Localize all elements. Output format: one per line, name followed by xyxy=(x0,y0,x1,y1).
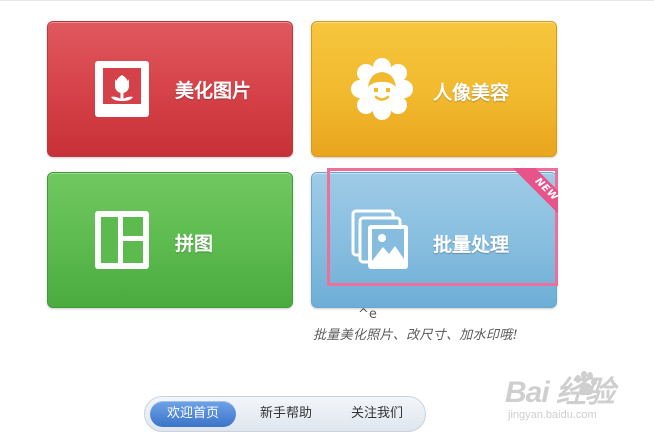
nav-beginner-help[interactable]: 新手帮助 xyxy=(243,401,329,427)
collage-tile[interactable]: 拼图 xyxy=(47,172,293,308)
portrait-beauty-tile[interactable]: 人像美容 xyxy=(311,21,557,157)
collage-layout-icon xyxy=(95,211,149,269)
paw-icon xyxy=(575,371,597,396)
portrait-beauty-label: 人像美容 xyxy=(433,82,510,104)
handwritten-caret: ^e xyxy=(358,307,377,322)
beautify-photo-label: 美化图片 xyxy=(175,80,252,102)
handwritten-note: 批量美化照片、改尺寸、加水印哦! xyxy=(313,328,519,343)
new-badge-label: NEW xyxy=(512,168,558,222)
flower-photo-icon xyxy=(95,61,149,117)
top-divider xyxy=(0,0,654,1)
nav-follow-us[interactable]: 关注我们 xyxy=(334,401,420,427)
beautify-photo-tile[interactable]: 美化图片 xyxy=(47,21,293,157)
smiling-face-icon xyxy=(351,58,413,120)
baidu-watermark: Bai 经验 jingyan.baidu.com xyxy=(505,367,615,421)
bottom-nav: 欢迎首页 新手帮助 关注我们 xyxy=(144,396,426,432)
new-badge: NEW xyxy=(504,168,558,222)
nav-welcome-home[interactable]: 欢迎首页 xyxy=(150,401,236,427)
collage-label: 拼图 xyxy=(175,233,214,255)
